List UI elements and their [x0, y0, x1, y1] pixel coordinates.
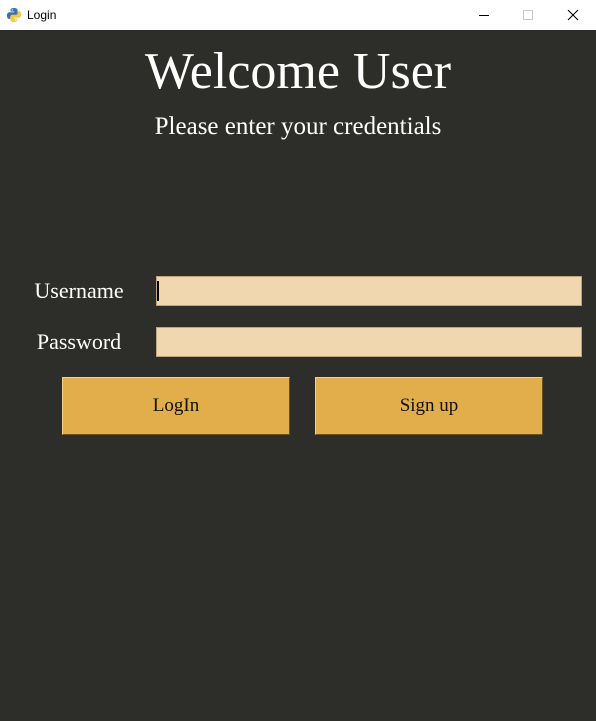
- maximize-icon: [523, 10, 533, 20]
- page-subtitle: Please enter your credentials: [154, 113, 442, 140]
- python-icon: [7, 8, 21, 22]
- username-label: Username: [34, 278, 124, 303]
- signup-button[interactable]: Sign up: [315, 377, 543, 435]
- maximize-button[interactable]: [505, 0, 551, 30]
- password-input[interactable]: [156, 327, 582, 357]
- login-button[interactable]: LogIn: [62, 377, 290, 435]
- username-input[interactable]: [156, 276, 582, 306]
- text-cursor: [157, 281, 159, 301]
- minimize-icon: [479, 15, 489, 16]
- login-panel: Welcome User Please enter your credentia…: [0, 30, 596, 721]
- title-bar: Login: [0, 0, 596, 30]
- password-label: Password: [36, 329, 122, 354]
- close-icon: [567, 9, 579, 21]
- page-title: Welcome User: [144, 43, 452, 100]
- minimize-button[interactable]: [461, 0, 507, 30]
- window-title: Login: [27, 8, 57, 22]
- close-button[interactable]: [550, 0, 596, 30]
